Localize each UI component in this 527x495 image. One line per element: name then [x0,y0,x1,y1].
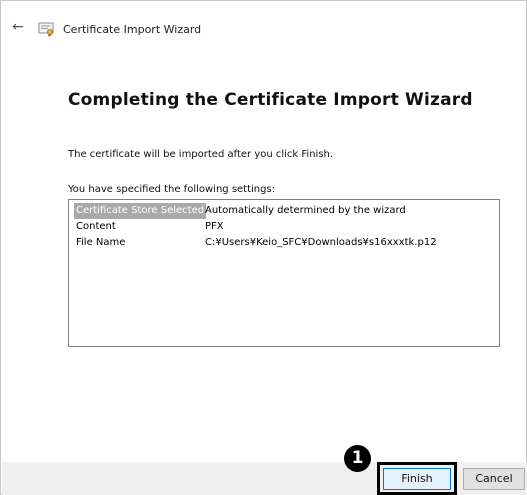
wizard-window: ← Certificate Import Wizard Completing t… [0,0,527,495]
settings-list[interactable]: Certificate Store Selected Automatically… [68,199,500,347]
settings-row-content[interactable]: Content PFX [69,219,499,235]
page-heading: Completing the Certificate Import Wizard [68,90,473,110]
setting-value: PFX [205,221,224,232]
settings-row-file-name[interactable]: File Name C:¥Users¥Keio_SFC¥Downloads¥s1… [69,235,499,251]
title-bar: ← Certificate Import Wizard [1,1,526,45]
settings-label: You have specified the following setting… [68,184,276,195]
step-marker: 1 [344,445,371,472]
finish-button[interactable]: Finish [383,468,451,490]
setting-key: Content [76,221,116,232]
setting-key: File Name [76,237,126,248]
back-arrow-icon[interactable]: ← [9,19,27,35]
cancel-button[interactable]: Cancel [463,468,525,490]
certificate-icon [37,21,57,37]
setting-value: C:¥Users¥Keio_SFC¥Downloads¥s16xxxtk.p12 [205,237,437,248]
settings-row-store[interactable]: Certificate Store Selected Automatically… [69,203,499,219]
window-title: Certificate Import Wizard [63,23,202,36]
setting-value: Automatically determined by the wizard [205,205,406,216]
setting-key: Certificate Store Selected [74,203,207,219]
info-text: The certificate will be imported after y… [68,149,334,160]
